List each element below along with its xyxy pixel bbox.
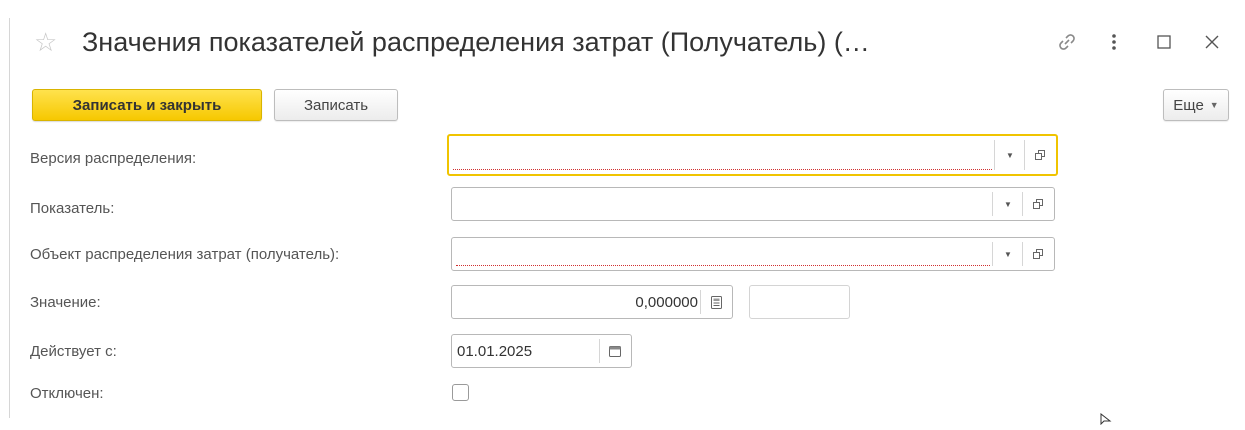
- open-icon[interactable]: [1024, 140, 1055, 170]
- more-vertical-icon[interactable]: [1100, 28, 1128, 56]
- dropdown-icon[interactable]: ▼: [992, 192, 1023, 216]
- effective-from-field[interactable]: 01.01.2025: [451, 334, 632, 368]
- close-icon[interactable]: [1198, 28, 1226, 56]
- value-extra-field[interactable]: [749, 285, 850, 319]
- value-input[interactable]: 0,000000: [635, 286, 698, 318]
- indicator-label: Показатель:: [30, 200, 115, 217]
- dropdown-icon[interactable]: ▼: [992, 242, 1023, 266]
- effective-from-label: Действует с:: [30, 343, 117, 360]
- more-button[interactable]: Еще ▼: [1163, 89, 1229, 121]
- open-icon[interactable]: [1022, 242, 1053, 266]
- calendar-icon[interactable]: [599, 339, 630, 363]
- calculator-icon[interactable]: [700, 290, 731, 314]
- cost-object-label: Объект распределения затрат (получатель)…: [30, 246, 340, 263]
- link-icon[interactable]: [1053, 28, 1081, 56]
- form-window: ☆ Значения показателей распределения зат…: [0, 0, 1245, 426]
- cost-object-input[interactable]: [456, 242, 990, 266]
- favorite-star-icon[interactable]: ☆: [34, 27, 57, 57]
- window-border: [9, 18, 10, 418]
- cost-object-field[interactable]: ▼: [451, 237, 1055, 271]
- distribution-version-label: Версия распределения:: [30, 150, 197, 167]
- indicator-input[interactable]: [456, 192, 990, 216]
- indicator-field[interactable]: ▼: [451, 187, 1055, 221]
- open-icon[interactable]: [1022, 192, 1053, 216]
- more-button-label: Еще: [1173, 96, 1204, 114]
- save-button[interactable]: Записать: [274, 89, 398, 121]
- window-title: Значения показателей распределения затра…: [82, 27, 870, 57]
- distribution-version-field[interactable]: ▼: [447, 134, 1058, 176]
- distribution-version-input[interactable]: [453, 140, 992, 170]
- disabled-label: Отключен:: [30, 385, 104, 402]
- value-field[interactable]: 0,000000: [451, 285, 733, 319]
- dropdown-icon[interactable]: ▼: [994, 140, 1025, 170]
- value-label: Значение:: [30, 294, 101, 311]
- chevron-down-icon: ▼: [1209, 100, 1219, 110]
- save-and-close-button[interactable]: Записать и закрыть: [32, 89, 262, 121]
- mouse-cursor-icon: [1100, 412, 1112, 430]
- maximize-icon[interactable]: [1150, 28, 1178, 56]
- effective-from-input[interactable]: 01.01.2025: [457, 335, 532, 367]
- disabled-checkbox[interactable]: [452, 384, 469, 401]
